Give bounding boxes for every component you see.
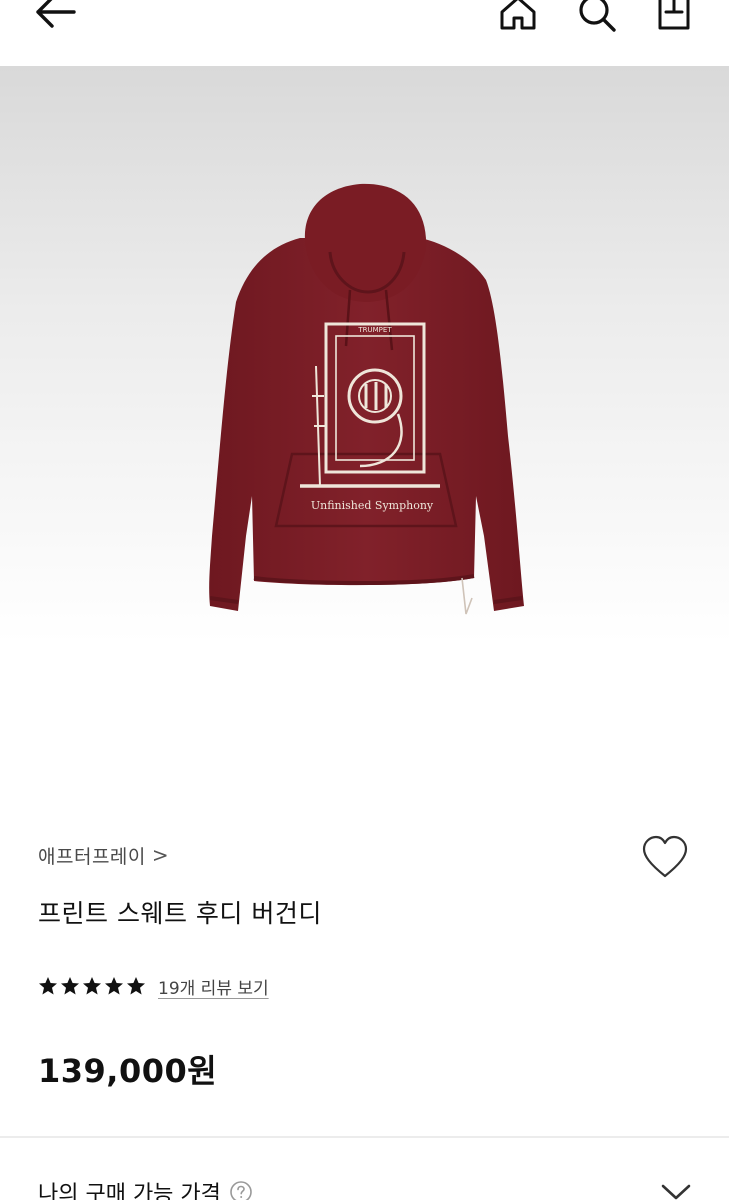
share-icon[interactable] xyxy=(652,0,696,36)
chevron-down-icon[interactable] xyxy=(660,1182,692,1200)
review-link[interactable]: 19개 리뷰 보기 xyxy=(158,974,269,999)
star-icon xyxy=(39,977,57,995)
rating-row: 19개 리뷰 보기 xyxy=(38,972,269,1000)
search-icon[interactable] xyxy=(574,0,620,36)
my-price-label: 나의 구매 가능 가격 xyxy=(38,1182,221,1200)
product-title: 프린트 스웨트 후디 버건디 xyxy=(38,899,322,928)
brand-name[interactable]: 애프터프레이 xyxy=(38,842,146,869)
product-price: 139,000원 xyxy=(38,1052,218,1090)
question-circle-icon[interactable] xyxy=(229,1180,253,1200)
rating-stars xyxy=(38,976,146,996)
section-divider xyxy=(0,1136,729,1138)
star-icon xyxy=(127,977,145,995)
hoodie-illustration: Unfinished Symphony TRUMPET xyxy=(209,183,524,615)
wishlist-heart-icon[interactable] xyxy=(640,834,690,882)
brand-chevron-icon: > xyxy=(151,843,169,867)
star-icon xyxy=(61,977,79,995)
star-icon xyxy=(105,977,123,995)
print-text: Unfinished Symphony xyxy=(311,499,434,512)
brand-link[interactable]: 애프터프레이 > xyxy=(38,840,169,870)
print-label: TRUMPET xyxy=(357,326,392,334)
top-navigation-bar xyxy=(0,0,729,66)
my-price-row[interactable]: 나의 구매 가능 가격 xyxy=(38,1176,253,1200)
product-image[interactable]: Unfinished Symphony TRUMPET xyxy=(0,66,729,770)
back-arrow-icon[interactable] xyxy=(30,0,80,34)
home-icon[interactable] xyxy=(496,0,540,36)
star-icon xyxy=(83,977,101,995)
